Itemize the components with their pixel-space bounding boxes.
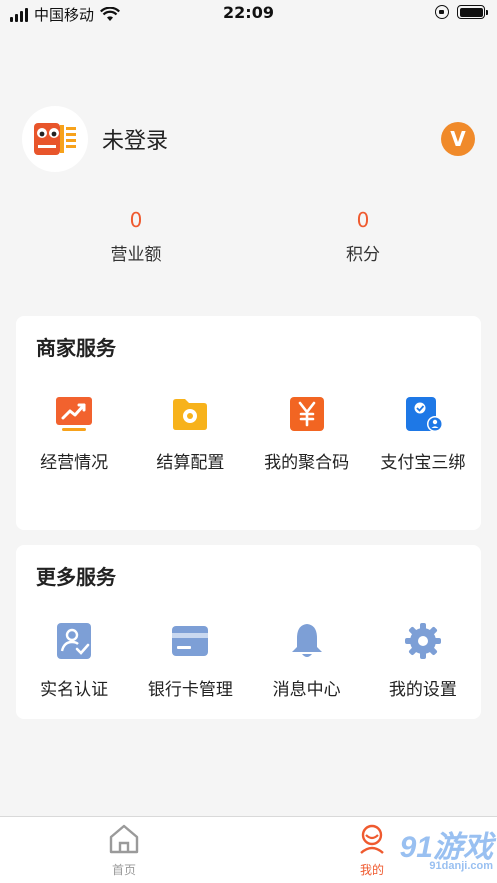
tab-mine[interactable]: 我的 [342,823,402,878]
merchant-services-grid: 经营情况 结算配置 我的聚合码 支付宝三绑 [16,394,481,473]
more-services-grid: 实名认证 银行卡管理 消息中心 我的设置 [16,621,481,700]
tab-mine-label: 我的 [359,863,384,877]
tab-home-label: 首页 [111,863,136,877]
service-alipay-bind[interactable]: 支付宝三绑 [365,394,481,473]
service-message-center[interactable]: 消息中心 [249,621,365,700]
status-right [435,5,488,19]
username-label[interactable]: 未登录 [102,123,168,155]
tab-home[interactable]: 首页 [94,823,154,878]
service-label: 我的聚合码 [264,453,350,473]
service-label: 我的设置 [388,680,457,700]
service-label: 经营情况 [40,453,109,473]
service-my-settings[interactable]: 我的设置 [365,621,481,700]
profile-header[interactable]: 未登录 [22,106,168,172]
vip-badge[interactable]: V [441,122,475,156]
stat-points-label: 积分 [346,245,380,265]
more-services-title: 更多服务 [36,565,116,589]
service-label: 支付宝三绑 [380,453,466,473]
watermark: 91游戏 91danji.com [400,822,493,872]
id-verify-icon [54,621,94,661]
stats-row: 0 营业额 0 积分 [0,206,497,270]
service-label: 结算配置 [156,453,225,473]
avatar[interactable] [22,106,88,172]
service-label: 消息中心 [272,680,341,700]
yuan-icon [287,394,327,434]
status-bar: 中国移动 22:09 [0,0,497,30]
service-business-overview[interactable]: 经营情况 [16,394,132,473]
avatar-logo-icon [34,123,76,155]
alipay-bind-icon [403,394,443,434]
stat-revenue[interactable]: 0 营业额 [76,206,196,265]
stat-revenue-label: 营业额 [110,245,162,265]
stat-points-value: 0 [356,208,370,232]
service-label: 实名认证 [40,680,109,700]
settings-folder-icon [170,394,210,434]
user-icon [360,824,384,854]
service-aggregate-code[interactable]: 我的聚合码 [249,394,365,473]
service-real-name[interactable]: 实名认证 [16,621,132,700]
stat-revenue-value: 0 [129,208,143,232]
bell-icon [287,621,327,661]
home-icon [109,824,139,854]
battery-icon [457,5,488,19]
merchant-services-title: 商家服务 [36,336,116,360]
service-settlement-config[interactable]: 结算配置 [132,394,248,473]
bank-card-icon [170,621,210,661]
gear-icon [403,621,443,661]
status-time: 22:09 [223,3,274,22]
more-services-card: 更多服务 实名认证 银行卡管理 消息中心 我的设置 [16,545,481,719]
service-label: 银行卡管理 [147,680,233,700]
service-bank-card[interactable]: 银行卡管理 [132,621,248,700]
rotation-lock-icon [435,5,449,19]
stat-points[interactable]: 0 积分 [303,206,423,265]
chart-trend-icon [54,394,94,434]
merchant-services-card: 商家服务 经营情况 结算配置 我的聚合码 支付宝三绑 [16,316,481,530]
